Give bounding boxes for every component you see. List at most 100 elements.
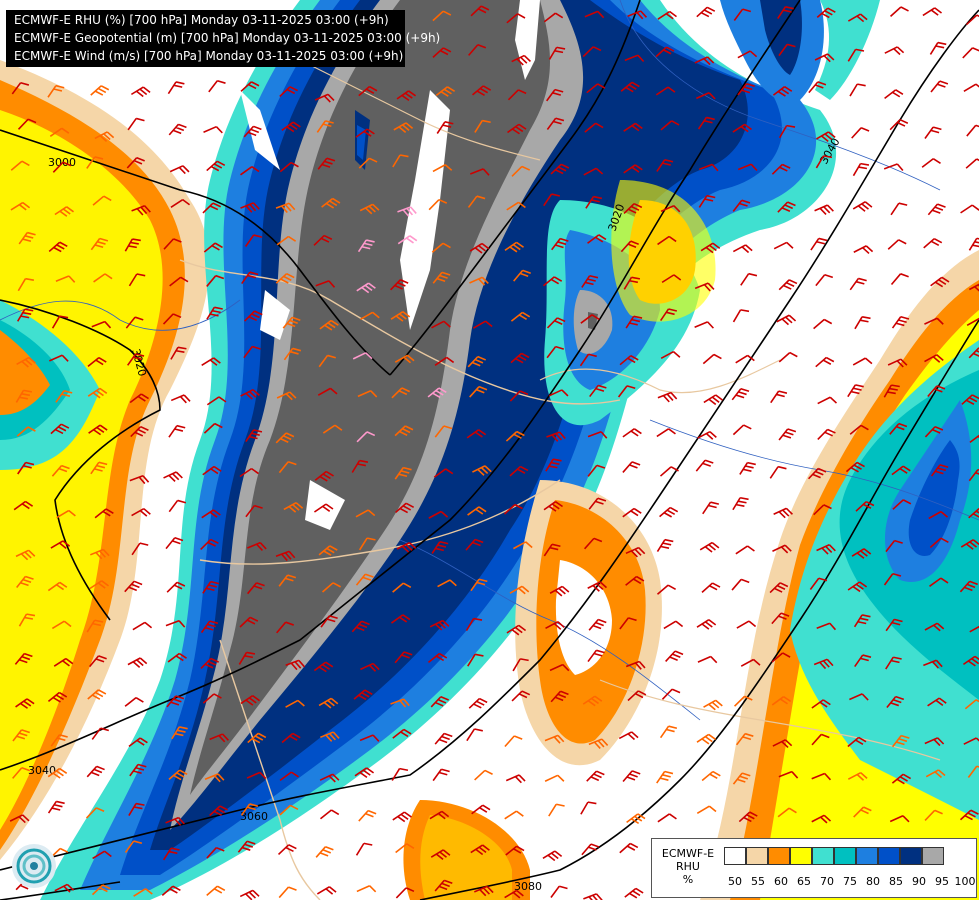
wind-barb [778,428,797,441]
wind-barb [358,809,377,822]
wind-barb [736,620,757,629]
wind-barb [694,321,714,329]
wind-barb [665,650,684,662]
wind-barb [316,886,337,895]
wind-barb [504,810,524,820]
wind-barb [927,203,946,216]
title-wind: ECMWF-E Wind (m/s) [700 hPa] Monday 03-1… [14,49,404,63]
wind-barb [921,158,941,168]
wind-barb [697,655,718,664]
legend-title-line-1: ECMWF-E [661,847,715,860]
wind-barb [474,769,493,781]
wind-barb [124,696,144,707]
wind-barb [778,351,798,363]
wind-barb [619,842,639,854]
wind-barb [696,733,717,745]
wind-barb [732,424,752,436]
wind-barb [86,765,105,778]
wind-barb [922,7,943,17]
legend-swatch [856,847,878,865]
wind-barb [813,318,833,330]
wind-barb [583,893,603,900]
title-geopotential: ECMWF-E Geopotential (m) [700 hPa] Monda… [14,31,441,45]
wind-barb [853,245,874,255]
wind-barb [544,774,565,783]
wind-barb [586,770,605,782]
wind-barb [550,885,568,898]
wind-barb [656,428,676,438]
wind-barb [731,578,750,591]
wind-barb [814,204,834,216]
legend-title: ECMWF-E RHU % [656,847,720,886]
wind-barb [769,465,787,479]
wind-barb [740,272,758,286]
legend-swatch [768,847,790,865]
wind-barb [656,770,674,784]
wind-barb [849,277,867,291]
wind-barb [701,770,721,782]
wind-barb [929,41,947,55]
wind-barb [890,202,908,216]
wind-barb [965,158,979,169]
wind-barb [163,471,183,482]
wind-barb [132,621,153,631]
wind-barb [356,885,377,893]
legend-title-line-3: % [682,873,694,886]
wind-barb [548,803,565,817]
wind-barb [432,768,450,782]
legend-swatch [834,847,856,865]
wind-barb [851,127,870,139]
wind-barb [624,887,644,899]
wind-barb [735,545,755,555]
wind-barb [963,83,979,93]
wind-barb [622,428,642,438]
wind-barb [962,47,979,59]
wind-barb [817,396,838,405]
wind-barb [702,353,722,365]
legend-swatch [878,847,900,865]
wind-barb [930,80,949,93]
wind-barb [127,657,148,669]
wind-barb [47,800,65,814]
legend-swatch [900,847,922,865]
title-box: ECMWF-E RHU (%) [700 hPa] Monday 03-11-2… [6,10,440,67]
ecmwf-logo-swirl [16,848,52,884]
wind-barb [434,732,453,745]
wind-barb [696,6,716,18]
wind-barb [770,390,788,404]
legend-swatch [746,847,768,865]
legend-swatches [724,847,944,865]
legend-swatch [922,847,944,865]
wind-barb [167,81,185,95]
wind-barb [657,391,678,403]
wind-barb [732,309,750,323]
legend-tick-label: 100 [954,875,976,888]
wind-barb [732,244,753,254]
weather-map: 3000 3020 3020 3040 3040 3060 3080 ECMWF… [0,0,979,900]
wind-barb [208,79,226,93]
wind-barb [278,886,297,899]
wind-barb [701,582,721,593]
wind-barb [889,6,909,17]
wind-barb [702,501,720,515]
wind-barb [659,725,678,739]
wind-barb [319,809,340,820]
wind-barb [884,89,904,100]
wind-barb [504,735,523,748]
wind-barb [852,201,873,212]
wind-barb [315,846,334,858]
wind-barb [91,727,110,740]
rhu-legend: ECMWF-E RHU % 50 55 60 65 70 75 80 85 90 95 100 [651,838,977,898]
wind-barb [849,83,866,97]
wind-barb [883,163,904,172]
title-rhu: ECMWF-E RHU (%) [700 hPa] Monday 03-11-2… [14,13,389,27]
wind-barb [854,315,871,330]
legend-ticks: 50 55 60 65 70 75 80 85 90 95 100 [724,875,976,889]
wind-barb [887,239,907,250]
legend-swatch [790,847,812,865]
wind-barb [239,889,260,900]
wind-barb [732,496,749,511]
wind-barb [168,123,187,136]
wind-barb [890,273,909,285]
wind-barb [815,356,835,368]
